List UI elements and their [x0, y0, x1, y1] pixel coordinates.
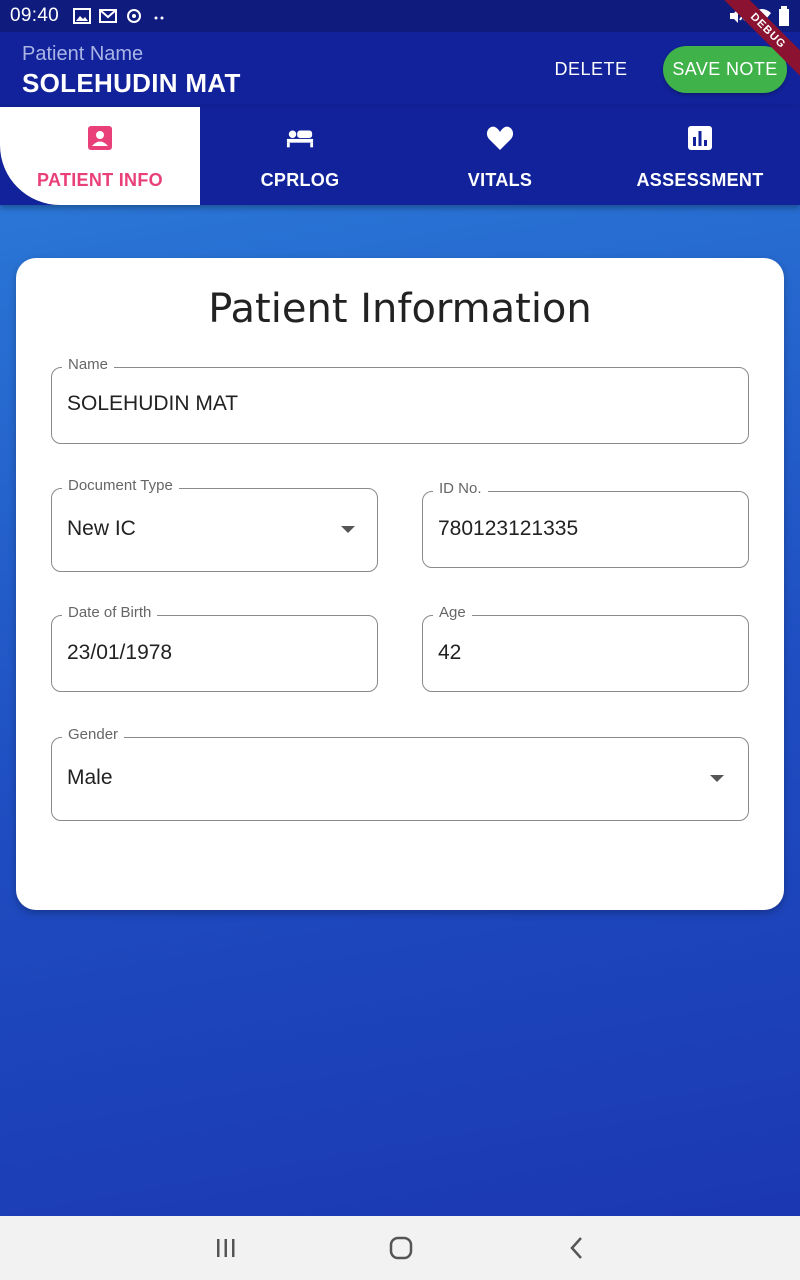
mail-icon: [99, 8, 118, 24]
gender-value: Male: [67, 766, 113, 789]
mute-icon: [728, 7, 746, 31]
system-nav-bar: [0, 1216, 800, 1280]
tab-bar: PATIENT INFO CPRLOG VITALS ASSESSMENT: [0, 107, 800, 205]
dropdown-arrow-icon: [341, 526, 355, 533]
name-field[interactable]: Name SOLEHUDIN MAT: [51, 356, 749, 444]
document-type-value: New IC: [67, 517, 136, 540]
bed-icon: [286, 124, 314, 152]
name-value: SOLEHUDIN MAT: [67, 392, 239, 415]
date-of-birth-value: 23/01/1978: [67, 641, 173, 664]
gender-select[interactable]: Gender Male: [51, 726, 749, 821]
date-of-birth-label: Date of Birth: [62, 604, 158, 621]
recent-apps-icon[interactable]: [210, 1234, 242, 1262]
heart-icon: [486, 124, 514, 152]
battery-icon: [778, 6, 790, 32]
home-icon[interactable]: [385, 1234, 417, 1262]
tab-label: CPRLOG: [260, 170, 340, 190]
id-no-value: 780123121335: [438, 517, 579, 540]
back-icon[interactable]: [561, 1234, 593, 1262]
tab-vitals[interactable]: VITALS: [400, 107, 600, 205]
save-note-button[interactable]: SAVE NOTE: [663, 46, 787, 93]
sync-icon: [125, 8, 143, 24]
dropdown-arrow-icon: [710, 775, 724, 782]
wifi-icon: [752, 7, 772, 31]
bar-chart-icon: [686, 124, 714, 152]
status-bar: 09:40: [0, 0, 800, 32]
more-dots-icon: [151, 8, 169, 24]
tab-assessment[interactable]: ASSESSMENT: [600, 107, 800, 205]
document-type-label: Document Type: [62, 477, 179, 494]
tab-patient-info[interactable]: PATIENT INFO: [0, 107, 200, 205]
patient-name: SOLEHUDIN MAT: [22, 68, 241, 98]
tab-label: ASSESSMENT: [636, 170, 764, 190]
gender-label: Gender: [62, 726, 125, 743]
delete-button[interactable]: DELETE: [540, 48, 642, 90]
patient-info-card: Patient Information Name SOLEHUDIN MAT D…: [16, 258, 784, 910]
image-icon: [73, 8, 92, 24]
age-label: Age: [433, 604, 472, 621]
document-type-select[interactable]: Document Type New IC: [51, 477, 378, 572]
age-value: 42: [438, 641, 462, 664]
id-no-label: ID No.: [433, 480, 488, 497]
id-no-field[interactable]: ID No. 780123121335: [422, 480, 749, 568]
date-of-birth-field[interactable]: Date of Birth 23/01/1978: [51, 604, 378, 692]
contact-card-icon: [86, 124, 114, 152]
age-field[interactable]: Age 42: [422, 604, 749, 692]
status-time: 09:40: [10, 5, 60, 26]
tab-cprlog[interactable]: CPRLOG: [200, 107, 400, 205]
name-field-label: Name: [62, 356, 115, 373]
card-title: Patient Information: [208, 286, 592, 332]
app-bar: Patient Name SOLEHUDIN MAT DELETE SAVE N…: [0, 32, 800, 107]
tab-label: VITALS: [467, 170, 533, 190]
patient-name-label: Patient Name: [22, 43, 144, 65]
tab-label: PATIENT INFO: [37, 170, 163, 190]
